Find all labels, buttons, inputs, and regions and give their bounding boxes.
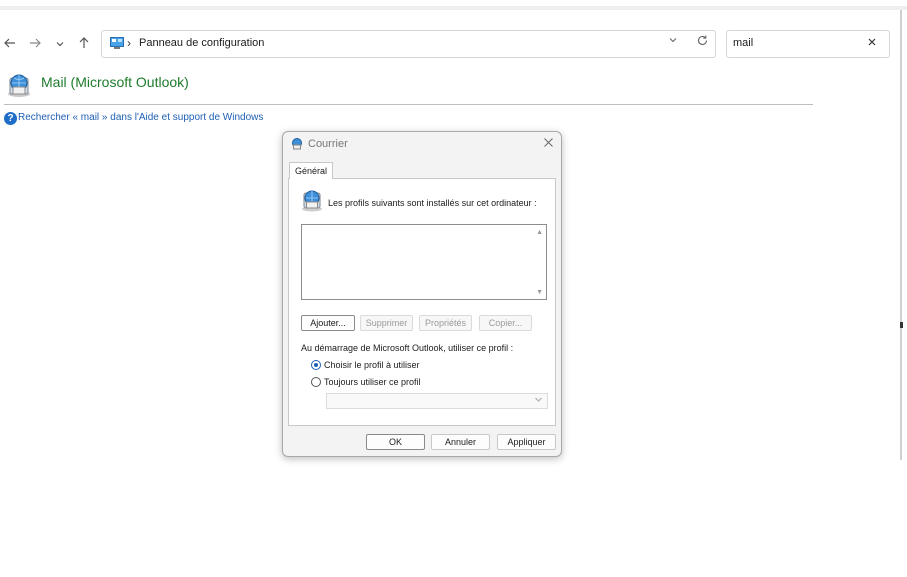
mail-profiles-icon bbox=[302, 190, 322, 212]
profiles-list[interactable]: ▲ ▼ bbox=[301, 224, 547, 300]
window-top-strip bbox=[0, 0, 907, 10]
scroll-up-arrow-icon[interactable]: ▲ bbox=[536, 229, 543, 236]
remove-profile-button[interactable]: Supprimer bbox=[360, 315, 413, 331]
forward-button[interactable] bbox=[25, 34, 45, 54]
dialog-close-button[interactable] bbox=[543, 136, 554, 151]
recent-locations-button[interactable] bbox=[50, 34, 70, 54]
prompt-profile-label[interactable]: Choisir le profil à utiliser bbox=[324, 360, 420, 370]
mail-icon bbox=[8, 74, 30, 97]
search-value[interactable]: mail bbox=[733, 37, 753, 49]
breadcrumb-control-panel[interactable]: Panneau de configuration bbox=[139, 37, 264, 49]
back-button[interactable] bbox=[0, 34, 20, 54]
page-title[interactable]: Mail (Microsoft Outlook) bbox=[41, 74, 189, 90]
general-tab-panel: Les profils suivants sont installés sur … bbox=[288, 178, 556, 426]
arrow-right-icon bbox=[30, 38, 41, 48]
help-search-link[interactable]: Rechercher « mail » dans l'Aide et suppo… bbox=[18, 112, 263, 123]
help-icon: ? bbox=[4, 112, 17, 125]
mail-icon bbox=[292, 138, 302, 150]
search-input[interactable]: mail bbox=[726, 30, 890, 58]
clear-search-button[interactable] bbox=[867, 35, 877, 50]
control-panel-icon bbox=[110, 37, 124, 49]
mail-setup-dialog: Courrier Général Les profils suivants so… bbox=[282, 131, 562, 457]
add-profile-button[interactable]: Ajouter... bbox=[301, 315, 355, 331]
breadcrumb-separator: › bbox=[127, 36, 131, 50]
dialog-title: Courrier bbox=[308, 138, 348, 150]
copy-profile-button[interactable]: Copier... bbox=[479, 315, 532, 331]
address-bar[interactable]: › Panneau de configuration bbox=[101, 30, 716, 58]
ok-button[interactable]: OK bbox=[366, 434, 425, 450]
profile-properties-button[interactable]: Propriétés bbox=[419, 315, 472, 331]
refresh-icon bbox=[697, 35, 708, 45]
cancel-button[interactable]: Annuler bbox=[431, 434, 490, 450]
chevron-down-icon bbox=[669, 38, 677, 43]
address-history-button[interactable] bbox=[668, 35, 678, 48]
chevron-down-icon bbox=[534, 395, 543, 406]
chevron-down-icon bbox=[56, 42, 64, 47]
refresh-button[interactable] bbox=[696, 34, 709, 50]
default-profile-select[interactable] bbox=[326, 393, 548, 409]
close-icon bbox=[544, 138, 553, 147]
always-use-profile-radio[interactable] bbox=[311, 377, 321, 387]
scroll-down-arrow-icon[interactable]: ▼ bbox=[536, 289, 543, 296]
arrow-left-icon bbox=[4, 38, 15, 48]
tab-general[interactable]: Général bbox=[289, 162, 333, 179]
window-right-border bbox=[900, 10, 902, 460]
startup-profile-label: Au démarrage de Microsoft Outlook, utili… bbox=[301, 343, 514, 353]
arrow-up-icon bbox=[79, 37, 89, 48]
scrollbar-thumb[interactable] bbox=[900, 322, 903, 328]
up-button[interactable] bbox=[74, 34, 94, 54]
always-use-profile-label[interactable]: Toujours utiliser ce profil bbox=[324, 377, 421, 387]
title-divider bbox=[4, 104, 813, 105]
apply-button[interactable]: Appliquer bbox=[497, 434, 556, 450]
prompt-profile-radio[interactable] bbox=[311, 360, 321, 370]
close-icon bbox=[868, 38, 876, 46]
profiles-description: Les profils suivants sont installés sur … bbox=[328, 198, 537, 208]
